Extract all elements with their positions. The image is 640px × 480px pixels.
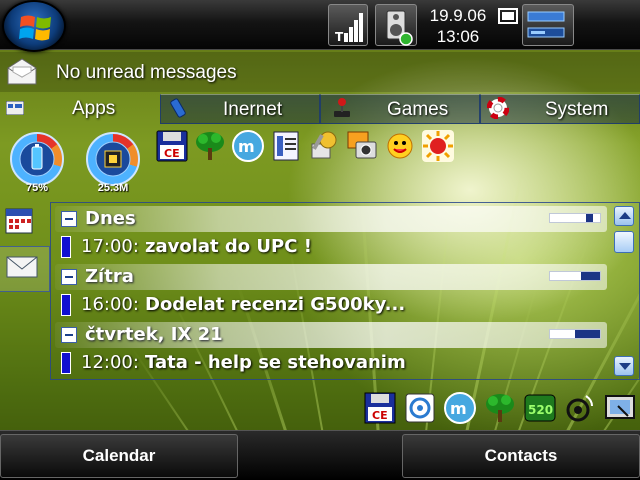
battery-gauge[interactable] [10, 132, 64, 186]
svg-text:m: m [238, 137, 255, 156]
event-row[interactable]: 16:00: Dodelat recenzi G500ky... [55, 290, 607, 320]
ce-floppy-icon[interactable]: CE [156, 130, 188, 162]
volume-indicator[interactable] [375, 4, 417, 46]
signal-strength-indicator[interactable]: T [328, 4, 368, 46]
message-notification[interactable]: No unread messages [0, 52, 640, 92]
sync-icon[interactable] [404, 392, 436, 424]
day-header-today[interactable]: Dnes [55, 206, 607, 232]
tab-internet[interactable]: Inernet [160, 94, 320, 124]
signal-bars-icon: T [335, 13, 363, 44]
event-marker [61, 236, 71, 258]
status-bar: T 19.9.06 13:06 [0, 0, 640, 52]
busy-indicator [549, 271, 601, 281]
calendar-icon[interactable] [4, 205, 34, 235]
phone-icon [170, 98, 186, 118]
busy-fill [575, 330, 600, 338]
svg-text:CE: CE [164, 147, 180, 160]
camera-icon[interactable] [346, 130, 378, 162]
event-row[interactable]: 12:00: Tata - help se stehovanim [55, 348, 607, 378]
svg-text:m: m [450, 399, 467, 418]
messenger-icon[interactable]: m [232, 130, 264, 162]
day-name: čtvrtek, IX 21 [85, 324, 223, 345]
windows-logo-icon [19, 15, 51, 41]
counter-520-icon[interactable]: 520 [524, 392, 556, 424]
busy-fill [581, 272, 600, 280]
event-time: 16:00: [81, 294, 139, 315]
mail-icon [6, 256, 38, 278]
memory-gauge[interactable] [86, 132, 140, 186]
day-name: Zítra [85, 266, 134, 287]
collapse-toggle[interactable] [61, 269, 77, 285]
tab-apps[interactable]: Apps [0, 94, 160, 124]
calendar-softkey[interactable]: Calendar [0, 434, 238, 478]
scroll-up-button[interactable] [614, 206, 634, 226]
tab-bar: Apps Inernet Games System [0, 94, 640, 126]
notes-icon[interactable] [270, 130, 302, 162]
battery-level-label: 75% [25, 182, 49, 194]
start-button[interactable] [2, 0, 66, 52]
messenger-icon[interactable]: m [444, 392, 476, 424]
envelope-icon [7, 58, 37, 85]
day-header-tomorrow[interactable]: Zítra [55, 264, 607, 290]
tab-games[interactable]: Games [320, 94, 480, 124]
lifebuoy-icon [487, 97, 509, 119]
event-marker [61, 352, 71, 374]
counter-text: 520 [528, 403, 553, 417]
apps-icon [6, 101, 24, 115]
day-name: Dnes [85, 208, 136, 229]
tab-label: Games [387, 99, 449, 120]
status-date[interactable]: 19.9.06 [424, 6, 492, 26]
tools-icon[interactable] [308, 130, 340, 162]
sun-icon[interactable] [422, 130, 454, 162]
scroll-down-button[interactable] [614, 356, 634, 376]
svg-text:CE: CE [372, 409, 388, 422]
message-status-text: No unread messages [56, 62, 237, 83]
collapse-toggle[interactable] [61, 211, 77, 227]
scroll-thumb[interactable] [614, 231, 634, 253]
screen-icon[interactable] [604, 392, 636, 424]
agenda-panel: Dnes 17:00: zavolat do UPC ! Zítra 16:00… [50, 202, 640, 380]
event-time: 17:00: [81, 236, 139, 257]
messaging-shortcut[interactable] [0, 246, 50, 292]
collapse-toggle[interactable] [61, 327, 77, 343]
tab-label: System [545, 99, 609, 120]
tree-icon[interactable] [484, 392, 516, 424]
day-header-thursday[interactable]: čtvrtek, IX 21 [55, 322, 607, 348]
tab-label: Inernet [223, 99, 283, 120]
speaker-icon [386, 10, 413, 46]
status-time[interactable]: 13:06 [424, 27, 492, 47]
busy-fill [586, 214, 593, 222]
battery-bars-icon [527, 11, 565, 38]
window-icon[interactable] [498, 8, 518, 24]
tab-system[interactable]: System [480, 94, 640, 124]
busy-indicator [549, 213, 601, 223]
ce-floppy-icon[interactable]: CE [364, 392, 396, 424]
wireless-icon[interactable] [564, 392, 596, 424]
agenda-scrollbar[interactable] [611, 203, 639, 379]
event-title: Tata - help se stehovanim [145, 352, 406, 373]
memory-chip-icon [95, 141, 131, 177]
tree-icon[interactable] [194, 130, 226, 162]
softkey-bar: Calendar Contacts [0, 430, 640, 480]
event-title: zavolat do UPC ! [145, 236, 312, 257]
event-title: Dodelat recenzi G500ky... [145, 294, 406, 315]
joystick-icon [334, 98, 350, 117]
svg-text:T: T [335, 30, 344, 44]
battery-indicator[interactable] [522, 4, 574, 46]
battery-icon [19, 141, 55, 177]
tab-label: Apps [72, 98, 116, 119]
event-marker [61, 294, 71, 316]
busy-indicator [549, 329, 601, 339]
memory-level-label: 25.3M [97, 182, 129, 194]
event-time: 12:00: [81, 352, 139, 373]
event-row[interactable]: 17:00: zavolat do UPC ! [55, 232, 607, 262]
contacts-softkey[interactable]: Contacts [402, 434, 640, 478]
smiley-icon[interactable] [384, 130, 416, 162]
